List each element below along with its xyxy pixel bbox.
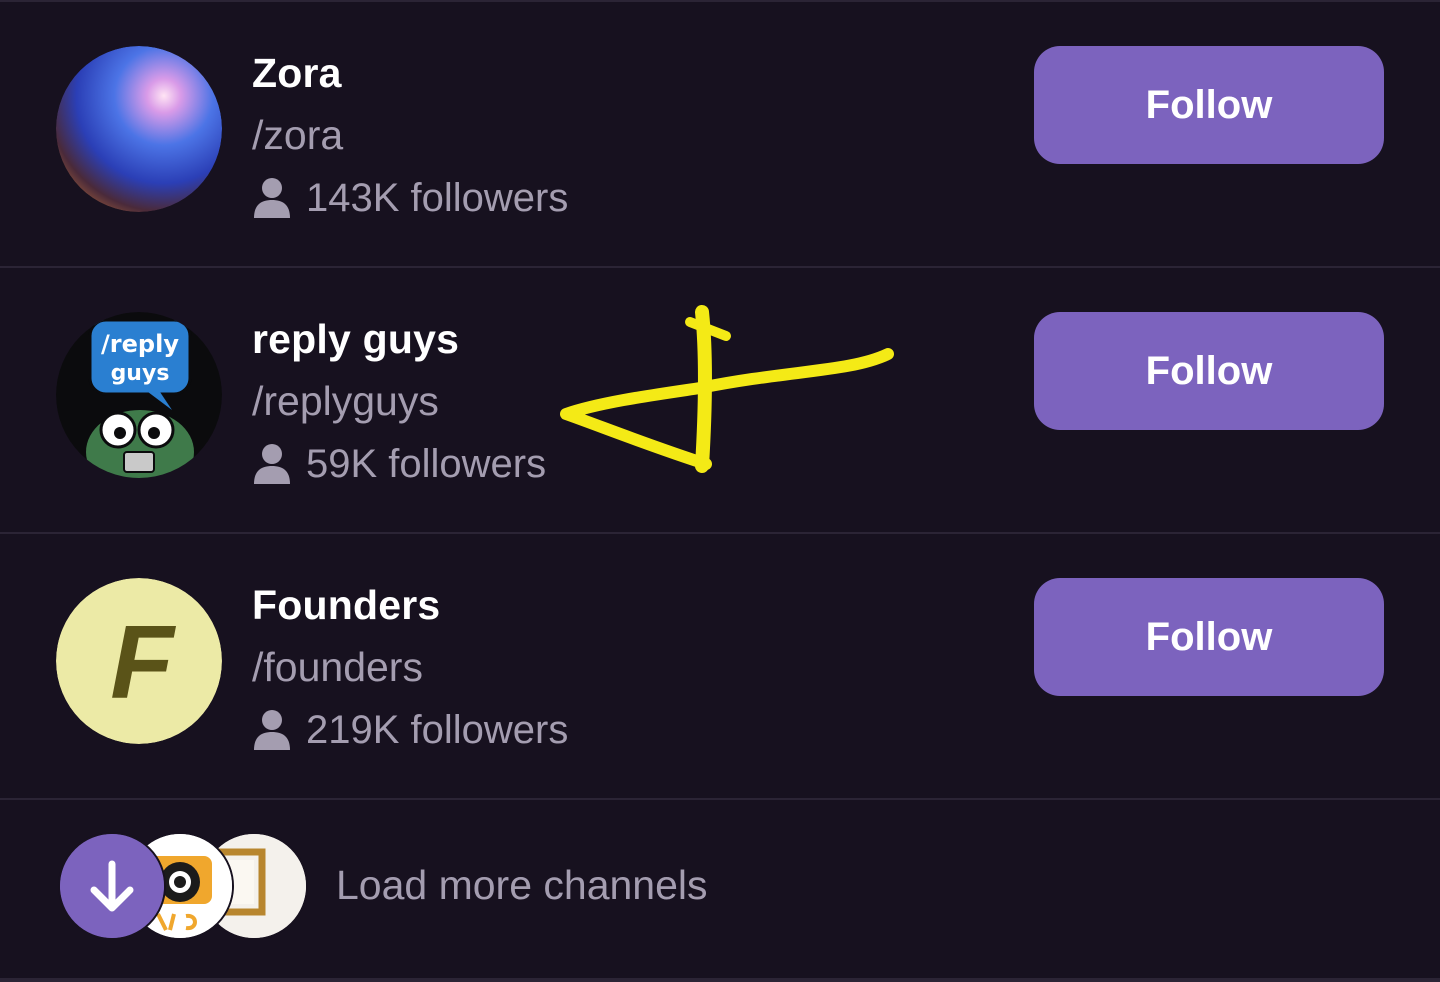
follower-count: 219K followers — [252, 706, 568, 754]
follow-button-founders[interactable]: Follow — [1034, 578, 1384, 696]
bubble-text-reply: /reply — [101, 330, 179, 358]
load-more-channels[interactable]: Load more channels — [0, 800, 1440, 978]
follower-count: 143K followers — [252, 174, 568, 222]
zora-avatar — [56, 46, 222, 212]
channel-row-zora[interactable]: Zora /zora 143K followers Follow — [0, 2, 1440, 266]
arrow-down-icon — [60, 834, 164, 938]
channel-name: Zora — [252, 50, 342, 96]
person-icon — [254, 178, 290, 218]
channel-handle: /zora — [252, 112, 344, 158]
divider — [0, 978, 1440, 982]
founders-avatar: F — [56, 578, 222, 744]
follower-count: 59K followers — [252, 440, 546, 488]
channel-name: Founders — [252, 582, 441, 628]
channel-name: reply guys — [252, 316, 460, 362]
replyguys-avatar: /reply guys — [56, 312, 222, 478]
person-icon — [254, 710, 290, 750]
followers-text: 59K followers — [306, 441, 547, 486]
channel-row-replyguys[interactable]: /reply guys reply guys /replyguys 59K fo… — [0, 268, 1440, 532]
person-icon — [254, 444, 290, 484]
channel-handle: /founders — [252, 644, 423, 690]
load-more-label: Load more channels — [336, 862, 708, 908]
followers-text: 219K followers — [306, 707, 569, 752]
bubble-text-guys: guys — [111, 361, 170, 386]
channel-list: Zora /zora 143K followers Follow /reply … — [0, 0, 1440, 982]
follow-button-replyguys[interactable]: Follow — [1034, 312, 1384, 430]
channel-handle: /replyguys — [252, 378, 439, 424]
load-more-button[interactable] — [58, 832, 166, 940]
followers-text: 143K followers — [306, 175, 569, 220]
follow-button-zora[interactable]: Follow — [1034, 46, 1384, 164]
channel-row-founders[interactable]: F Founders /founders 219K followers Foll… — [0, 534, 1440, 798]
founders-letter: F — [110, 605, 176, 721]
